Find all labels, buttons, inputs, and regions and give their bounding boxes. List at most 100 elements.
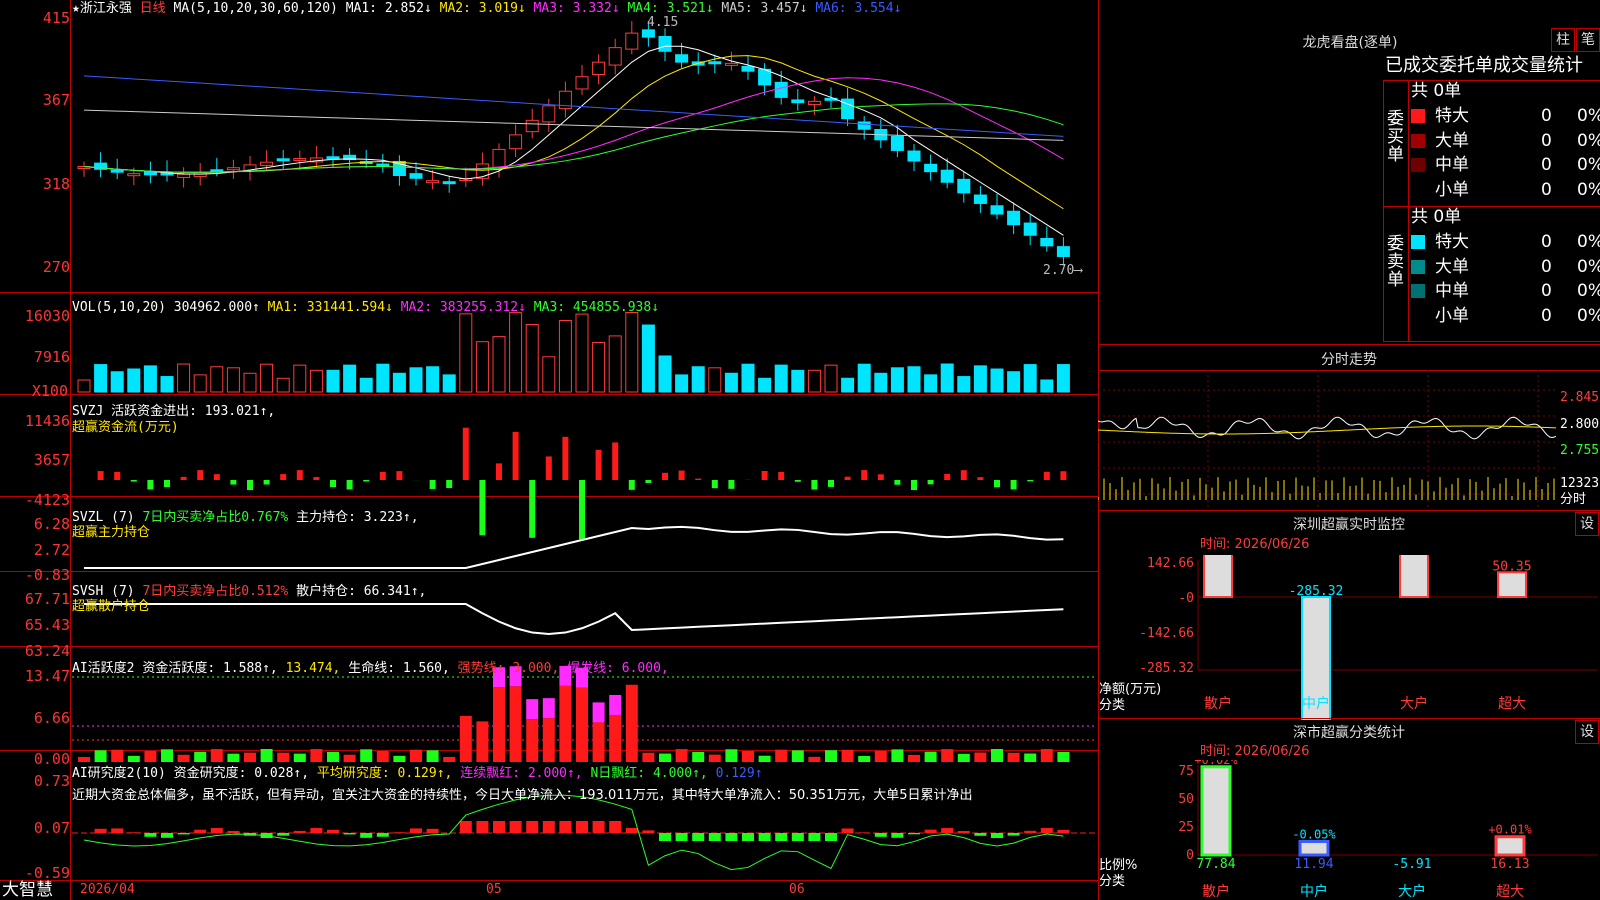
sz-category: 散户	[1204, 695, 1232, 712]
sell-row: 小单 0 0%	[1411, 304, 1600, 328]
svzl-value: 主力持仓: 3.223↑,	[296, 510, 419, 525]
candle-body	[226, 167, 240, 171]
price-axis-tick: 367	[42, 91, 70, 109]
minute-chart[interactable]	[1098, 370, 1600, 510]
sz-bar	[1497, 571, 1527, 598]
volume-bar	[492, 336, 506, 393]
ai-active-bar	[210, 749, 223, 762]
ai-research-bar	[891, 833, 904, 838]
candle-body	[276, 158, 290, 162]
ai-active-bar	[908, 754, 920, 762]
period-label[interactable]: 日线	[140, 1, 166, 16]
ai-research-bar	[592, 821, 605, 833]
svzj-bar	[728, 480, 735, 489]
svzj-bar	[877, 474, 884, 480]
candle-body	[509, 134, 523, 150]
vol-unit-box[interactable]: X100	[0, 382, 68, 400]
volume-bar	[724, 372, 738, 393]
candle-body	[890, 135, 904, 151]
ai-active-bar	[775, 749, 788, 762]
candle-body	[177, 173, 191, 178]
ai-research-bar	[1007, 833, 1020, 836]
sell-row-name: 大单	[1435, 256, 1469, 277]
minute-axis-tick: 2.845	[1560, 390, 1600, 405]
stock-name[interactable]: ★浙江永强	[72, 1, 132, 16]
ai-active-bar	[194, 751, 207, 762]
brand-logo[interactable]: 大智慧	[2, 880, 53, 900]
sz-category: 超大	[1498, 696, 1526, 712]
candle-body	[442, 181, 456, 185]
price-axis-tick: 270	[42, 258, 70, 276]
kline-chart[interactable]	[0, 0, 1098, 900]
volume-bar	[177, 363, 191, 393]
candle-body	[110, 169, 124, 173]
stat-chart[interactable]: 75 50 25 0 +0.02% 77.84 散户 -0.05% 11.94 中户 -5.91 大户…	[1098, 760, 1600, 900]
sz-monitor-chart[interactable]: 142.66-0-142.66-285.3292.31散户-285.32中户14…	[1098, 555, 1600, 720]
svzj-bar	[379, 471, 386, 480]
settings-button[interactable]: 设	[1575, 720, 1599, 744]
minute-axis-tick: 2.800	[1560, 417, 1600, 432]
buy-row-name: 大单	[1435, 130, 1469, 151]
volume-bar	[343, 364, 357, 393]
ai-active-bar	[493, 687, 505, 762]
svzj-bar	[794, 480, 801, 482]
volume-bar	[924, 374, 938, 393]
ai-active-bar	[327, 751, 339, 762]
ai-research-bar	[974, 833, 987, 836]
candle-body	[641, 29, 655, 38]
svzj-bar	[911, 480, 917, 490]
candle-body	[542, 105, 556, 123]
settings-button[interactable]: 设	[1575, 512, 1599, 536]
sz-category: 中户	[1302, 695, 1330, 712]
ai-active-bar	[426, 750, 439, 762]
ai-research-bar	[161, 833, 173, 838]
candle-body	[658, 35, 672, 52]
sell-row: 中单 0 0%	[1411, 279, 1600, 303]
tab-bar-view[interactable]: 柱	[1551, 28, 1575, 52]
stat-bar-value: -5.91	[1392, 857, 1431, 872]
volume-bar	[658, 355, 672, 393]
candle-body	[127, 173, 141, 177]
svzj-bar	[1010, 480, 1017, 490]
buy-row: 特大 0 0%	[1411, 104, 1600, 128]
svzj-label: SVZJ	[72, 404, 104, 419]
tab-tick-view[interactable]: 笔	[1576, 28, 1600, 52]
svzj-bar	[114, 471, 121, 480]
low-price-annotation: 2.70⟶	[1043, 263, 1083, 278]
volume-bar	[741, 363, 755, 393]
ai-active-bar	[576, 687, 588, 762]
volume-bar	[973, 365, 987, 393]
stat-axis-tick: 25	[1178, 820, 1194, 835]
svzj-bar	[678, 470, 685, 480]
svzl-header: SVZL (7) 7日内买卖净占比0.767% 主力持仓: 3.223↑,	[72, 510, 419, 525]
volume-bar	[260, 363, 274, 393]
ai-active-bar	[625, 684, 638, 762]
svzj-bar	[496, 463, 502, 480]
vol-ma2: MA2: 383255.312↓	[400, 300, 526, 315]
sell-row-count: 0	[1541, 232, 1552, 252]
svzj-axis-tick: 3657	[33, 451, 70, 469]
ai-research-value3: 0.129↑	[715, 766, 763, 781]
svzj-bar	[130, 480, 137, 482]
ai-research-bar	[526, 821, 539, 833]
ai-research-bar	[360, 833, 373, 838]
ai-research-bar	[493, 821, 505, 833]
volume-bar	[127, 368, 141, 393]
svzj-bar	[944, 473, 951, 480]
ai-active-bar	[542, 718, 555, 762]
ai-active-bar	[1024, 753, 1037, 762]
buy-row-count: 0	[1541, 106, 1552, 126]
svzj-bar	[861, 470, 868, 480]
stat-axis-tick: 0	[1186, 848, 1194, 863]
svzj-bar	[97, 471, 104, 480]
ai-active-bar	[94, 750, 107, 762]
ma-line	[83, 75, 1064, 137]
ai-research-bar	[825, 833, 837, 841]
ai-research-bar	[576, 821, 588, 833]
candle-body	[143, 171, 157, 176]
candle-body	[1040, 237, 1054, 247]
svzj-bar	[994, 480, 1000, 488]
right-separator	[1098, 718, 1600, 719]
volume-bar	[558, 319, 572, 393]
svsh-header: SVSH (7) 7日内买卖净占比0.512% 散户持仓: 66.341↑,	[72, 584, 426, 599]
